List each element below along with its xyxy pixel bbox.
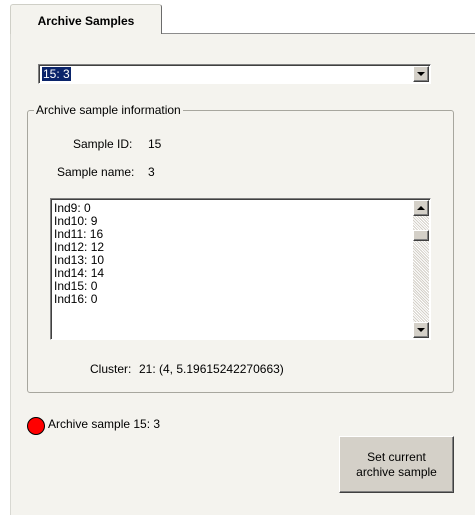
set-current-archive-sample-button[interactable]: Set current archive sample — [339, 436, 454, 493]
list-item[interactable]: Ind16: 0 — [54, 293, 104, 306]
tab-archive-samples-label: Archive Samples — [37, 14, 135, 28]
archive-sample-select[interactable]: 15: 3 — [38, 64, 431, 84]
archive-sample-select-value: 15: 3 — [42, 67, 71, 81]
cluster-label: Cluster: — [90, 362, 132, 376]
scroll-up-arrow-icon — [417, 206, 425, 210]
group-title: Archive sample information — [34, 103, 183, 117]
dropdown-button[interactable] — [413, 66, 429, 82]
status-indicator-icon — [27, 417, 45, 435]
sample-name-value: 3 — [148, 165, 155, 179]
set-button-line2: archive sample — [356, 464, 437, 479]
sample-id-label: Sample ID: — [73, 137, 133, 151]
sample-id-value: 15 — [148, 137, 162, 151]
chevron-down-icon — [417, 72, 425, 76]
scroll-down-arrow-icon — [417, 328, 425, 332]
scroll-thumb[interactable] — [413, 230, 429, 241]
cluster-value: 21: (4, 5.19615242270663) — [139, 362, 284, 376]
set-button-line1: Set current — [367, 449, 426, 464]
list-items: Ind9: 0 Ind10: 9 Ind11: 16 Ind12: 12 Ind… — [54, 202, 104, 306]
scroll-down-button[interactable] — [413, 322, 429, 338]
vertical-scrollbar[interactable] — [413, 200, 429, 338]
scroll-up-button[interactable] — [413, 200, 429, 216]
status-text: Archive sample 15: 3 — [48, 417, 161, 431]
tab-archive-samples[interactable]: Archive Samples — [10, 4, 162, 34]
sample-name-label: Sample name: — [57, 165, 135, 179]
sample-values-list[interactable]: Ind9: 0 Ind10: 9 Ind11: 16 Ind12: 12 Ind… — [50, 198, 431, 340]
